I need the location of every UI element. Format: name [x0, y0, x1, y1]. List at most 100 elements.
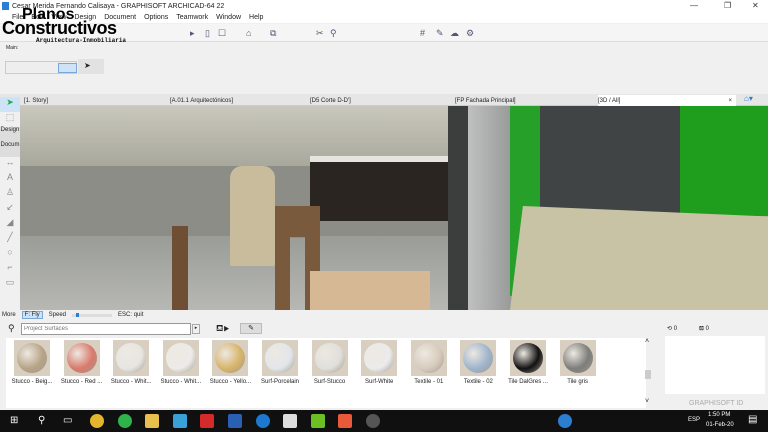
- tab-story[interactable]: [1. Story]: [24, 95, 48, 106]
- surface-swatch[interactable]: [361, 340, 398, 376]
- windows-start-icon[interactable]: ⊞: [10, 415, 18, 426]
- surface-swatch[interactable]: [14, 340, 50, 376]
- graphisoft-id-button[interactable]: GRAPHISOFT ID: [689, 400, 743, 407]
- surface-sphere-icon: [314, 343, 345, 373]
- eyedropper-button[interactable]: ✎: [240, 323, 262, 334]
- surface-swatch[interactable]: [212, 340, 249, 376]
- surface-sphere-icon: [463, 343, 494, 373]
- surface-label: Stucco - Yello...: [209, 379, 252, 385]
- surface-swatch[interactable]: [113, 340, 150, 376]
- navigator-icon[interactable]: ⌂▾: [744, 94, 753, 103]
- surface-label: Surf-White: [365, 379, 394, 385]
- surface-swatch[interactable]: [510, 340, 546, 376]
- select-icon[interactable]: ▯: [205, 28, 210, 39]
- menu-options[interactable]: Options: [144, 14, 168, 21]
- help-icon[interactable]: [558, 414, 572, 428]
- tab-corte[interactable]: [D5 Corte D-D']: [310, 95, 351, 106]
- evernote-icon[interactable]: [118, 414, 132, 428]
- fly-mode-label: F: Fly: [21, 311, 43, 319]
- search-taskbar-icon[interactable]: ⚲: [38, 415, 45, 426]
- menu-teamwork[interactable]: Teamwork: [176, 14, 208, 21]
- fill-tool[interactable]: ◢: [0, 217, 20, 232]
- tab-label: [3D / All]: [598, 97, 621, 104]
- tab-fachada[interactable]: [FP Fachada Principal]: [455, 95, 516, 106]
- dimension-tool[interactable]: ↔: [0, 157, 20, 172]
- photos-icon[interactable]: [283, 414, 297, 428]
- menu-window[interactable]: Window: [216, 14, 241, 21]
- search-dropdown-button[interactable]: ▸: [192, 324, 200, 334]
- minimize-button[interactable]: —: [690, 1, 698, 10]
- paint-bucket-icon[interactable]: ⛾▸: [216, 323, 229, 335]
- pointer-button[interactable]: ➤: [78, 59, 104, 74]
- kitchen-cabinets: [310, 161, 450, 221]
- scissors-icon[interactable]: ✂: [316, 28, 324, 39]
- cloud-icon[interactable]: ☁: [450, 28, 459, 39]
- surface-swatch[interactable]: [262, 340, 298, 376]
- surface-swatch[interactable]: [162, 340, 199, 376]
- tab-close-button[interactable]: ×: [728, 98, 732, 104]
- circle-tool[interactable]: ○: [0, 247, 20, 262]
- camtasia-green-icon[interactable]: [311, 414, 325, 428]
- surface-swatch[interactable]: [410, 340, 447, 376]
- surface-label: Stucco - Beig...: [11, 379, 53, 385]
- rectangle-icon[interactable]: ☐: [218, 28, 226, 39]
- notifications-icon[interactable]: ▤: [748, 414, 757, 425]
- drawing-tool[interactable]: ▭: [0, 277, 20, 292]
- menu-design[interactable]: Design: [74, 14, 96, 21]
- brush-icon[interactable]: ✎: [436, 28, 444, 39]
- menu-view[interactable]: View: [51, 14, 66, 21]
- surface-sphere-icon: [364, 343, 395, 373]
- chrome-icon[interactable]: [90, 414, 104, 428]
- navigation-group: [5, 61, 77, 74]
- window-title: Cesar Merida Fernando Calisaya - GRAPHIS…: [12, 2, 225, 10]
- layers-icon[interactable]: ⧉: [270, 28, 276, 39]
- sketchup-icon[interactable]: [200, 414, 214, 428]
- surface-swatch[interactable]: [559, 340, 596, 376]
- edge-icon[interactable]: [256, 414, 270, 428]
- taskbar: ⊞ ⚲ ▭ ESP 1:50 PM 01-Feb-20 ▤: [0, 410, 768, 432]
- surface-swatch[interactable]: [311, 340, 348, 376]
- language-indicator[interactable]: ESP: [688, 417, 700, 423]
- tab-arquitectonicos[interactable]: [A.01.1 Arquitectónicos]: [170, 95, 233, 106]
- level-tool[interactable]: ↙: [0, 202, 20, 217]
- surface-label: Surf-Stucco: [313, 379, 346, 385]
- surface-swatch[interactable]: [63, 340, 100, 376]
- tab-3d[interactable]: [3D / All] ×: [598, 95, 736, 106]
- text-tool[interactable]: A: [0, 172, 20, 187]
- word-icon[interactable]: [228, 414, 242, 428]
- menu-document[interactable]: Document: [104, 14, 136, 21]
- magic-wand-icon[interactable]: ⚲: [330, 28, 337, 39]
- tab-bar: [1. Story] [A.01.1 Arquitectónicos] [D5 …: [0, 94, 768, 106]
- close-button[interactable]: ✕: [752, 1, 759, 10]
- menu-help[interactable]: Help: [249, 14, 263, 21]
- speed-slider[interactable]: [72, 312, 113, 317]
- lock-icon[interactable]: ⌂: [246, 28, 251, 38]
- grid-icon[interactable]: #: [420, 28, 425, 38]
- menu-file[interactable]: File: [12, 14, 23, 21]
- more-button[interactable]: More: [2, 312, 16, 318]
- fly-mode-button[interactable]: [58, 63, 77, 73]
- design-section[interactable]: Design: [0, 127, 20, 142]
- file-explorer-icon[interactable]: [145, 414, 159, 428]
- marquee-tool[interactable]: ⬚: [0, 112, 20, 127]
- polyline-tool[interactable]: ⌐: [0, 262, 20, 277]
- clock-date[interactable]: 01-Feb-20: [706, 422, 734, 428]
- task-view-icon[interactable]: ▭: [63, 415, 72, 426]
- arrow-tool-icon[interactable]: ▸: [190, 28, 195, 39]
- archicad-taskbar-icon[interactable]: [173, 414, 187, 428]
- 3d-viewport[interactable]: [20, 106, 768, 310]
- line-tool[interactable]: ╱: [0, 232, 20, 247]
- arrow-tool[interactable]: ➤: [0, 97, 20, 112]
- surface-scrollbar[interactable]: ˄ ˅: [645, 338, 655, 408]
- menu-edit[interactable]: Edit: [31, 14, 43, 21]
- document-section[interactable]: Docum: [0, 142, 20, 157]
- gear-icon[interactable]: ⚙: [466, 28, 474, 39]
- camtasia-red-icon[interactable]: [338, 414, 352, 428]
- clock-time[interactable]: 1:50 PM: [708, 412, 730, 418]
- restore-button[interactable]: ❐: [724, 1, 731, 10]
- unreal-icon[interactable]: [366, 414, 380, 428]
- surface-swatch[interactable]: [460, 340, 497, 376]
- surface-search-input[interactable]: [21, 323, 191, 335]
- standard-toolbar: ▸ ▯ ☐ ⌂ ⧉ ✂ ⚲ # ✎ ☁ ⚙: [0, 24, 768, 42]
- label-tool[interactable]: ♙: [0, 187, 20, 202]
